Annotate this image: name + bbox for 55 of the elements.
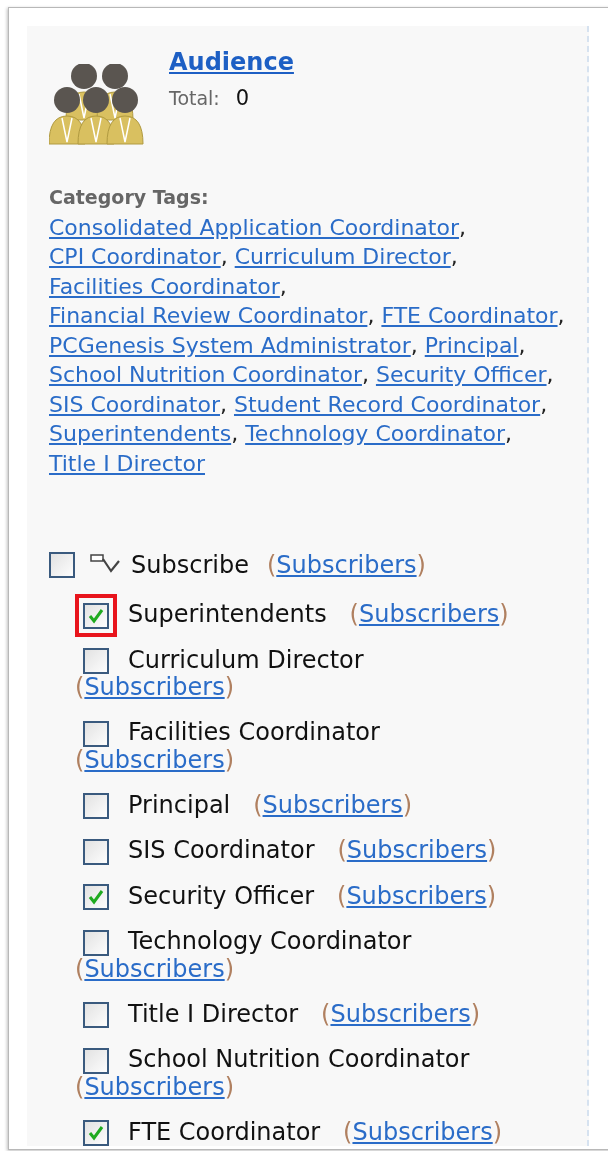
tag-link[interactable]: Consolidated Application Coordinator	[49, 214, 459, 240]
tag-link[interactable]: FTE Coordinator	[381, 303, 558, 328]
item-label: Principal	[128, 790, 231, 819]
checkbox[interactable]	[83, 929, 109, 956]
tag-link[interactable]: School Nutrition Coordinator	[49, 362, 362, 387]
checkbox[interactable]	[83, 1120, 109, 1146]
total-value: 0	[235, 86, 250, 110]
item-label: Facilities Coordinator	[128, 718, 380, 746]
tag-link[interactable]: Student Record Coordinator	[234, 391, 541, 417]
checkbox[interactable]	[83, 648, 109, 674]
subscribers-link[interactable]: (Subscribers)	[253, 790, 413, 819]
checkbox[interactable]	[83, 1047, 109, 1074]
item-label: Superintendents	[128, 600, 327, 628]
subscribers-link[interactable]: (Subscribers)	[321, 999, 481, 1028]
checkbox[interactable]	[83, 602, 109, 629]
tag-link[interactable]: Principal	[424, 332, 519, 358]
item-label: Curriculum Director	[128, 645, 364, 674]
item-label: Security Officer	[128, 881, 315, 910]
tag-link[interactable]: Title I Director	[49, 450, 205, 476]
tag-link[interactable]: Security Officer	[375, 362, 547, 387]
subscribers-link[interactable]: (Subscribers)	[343, 1117, 503, 1146]
checkbox[interactable]	[83, 793, 109, 819]
subscribers-link[interactable]: (Subscribers)	[349, 600, 509, 628]
check-icon	[87, 888, 105, 906]
tag-link[interactable]: PCGenesis System Administrator	[49, 332, 411, 358]
subscribers-link[interactable]: (Subscribers)	[75, 954, 235, 983]
tag-link[interactable]: Financial Review Coordinator	[49, 303, 368, 328]
checkbox[interactable]	[49, 552, 75, 578]
checkbox[interactable]	[83, 720, 109, 747]
checkbox[interactable]	[83, 884, 109, 910]
subscribers-link[interactable]: (Subscribers)	[75, 1072, 235, 1101]
checkbox[interactable]	[83, 1002, 109, 1028]
tag-link[interactable]: Superintendents	[49, 421, 232, 446]
checkbox[interactable]	[83, 838, 109, 865]
tag-link[interactable]: CPI Coordinator	[49, 244, 221, 269]
item-label: Technology Coordinator	[128, 927, 412, 955]
item-label: Title I Director	[128, 999, 299, 1028]
item-label: School Nutrition Coordinator	[128, 1045, 470, 1073]
subscribers-link[interactable]: (Subscribers)	[337, 881, 497, 910]
check-icon	[87, 606, 105, 625]
total-label: Total:	[169, 87, 220, 109]
tag-link[interactable]: SIS Coordinator	[49, 391, 220, 417]
tag-link[interactable]: Curriculum Director	[234, 244, 451, 269]
audience-title-link[interactable]: Audience	[169, 48, 294, 76]
subscribers-link[interactable]: (Subscribers)	[266, 551, 426, 579]
check-icon	[87, 1124, 105, 1142]
category-tags: Category Tags: Consolidated Application Coordinator, CPI Coordinator, Curriculum Director, Facilities Coordinator, Financial Review Coordinator, FTE Coordinator, PCGenesis System Administrator, Principal, School Nutrition Coordinator, Security Officer, SIS Coordinator, Student Record Coordinator, Superintendents, Technology Coordinator, Title I Director	[49, 182, 579, 478]
tag-link[interactable]: Technology Coordinator	[245, 421, 505, 446]
subscribe-label: Subscribe	[131, 551, 249, 579]
item-label: FTE Coordinator	[128, 1117, 321, 1146]
tag-link[interactable]: Facilities Coordinator	[49, 273, 280, 299]
subscribers-link[interactable]: (Subscribers)	[75, 673, 235, 701]
subscribers-link[interactable]: (Subscribers)	[75, 745, 235, 774]
item-label: SIS Coordinator	[128, 836, 315, 864]
subscribers-link[interactable]: (Subscribers)	[337, 836, 497, 864]
